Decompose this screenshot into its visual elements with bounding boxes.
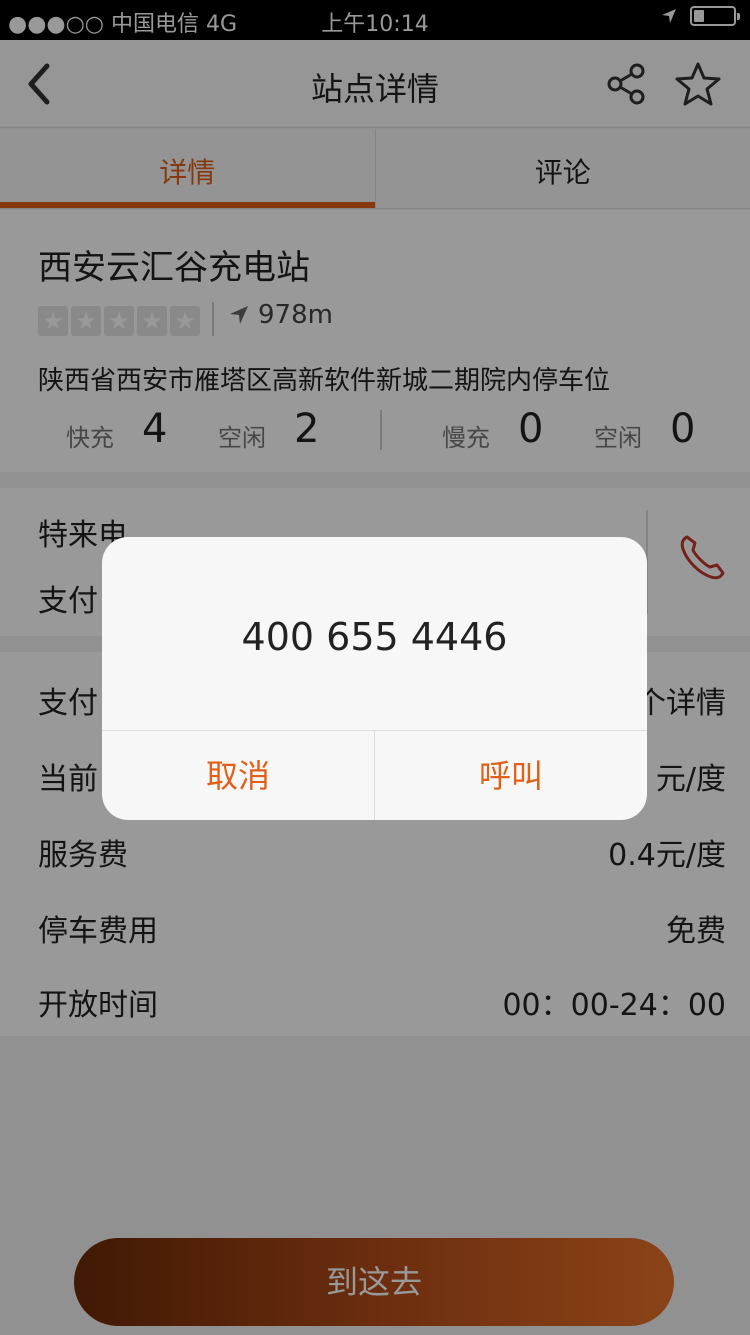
- call-dialog: 400 655 4446 取消 呼叫: [102, 537, 647, 820]
- phone-number: 400 655 4446: [241, 615, 508, 659]
- cancel-button[interactable]: 取消: [102, 731, 374, 820]
- call-confirm-button[interactable]: 呼叫: [374, 731, 647, 820]
- dialog-actions: 取消 呼叫: [102, 730, 647, 820]
